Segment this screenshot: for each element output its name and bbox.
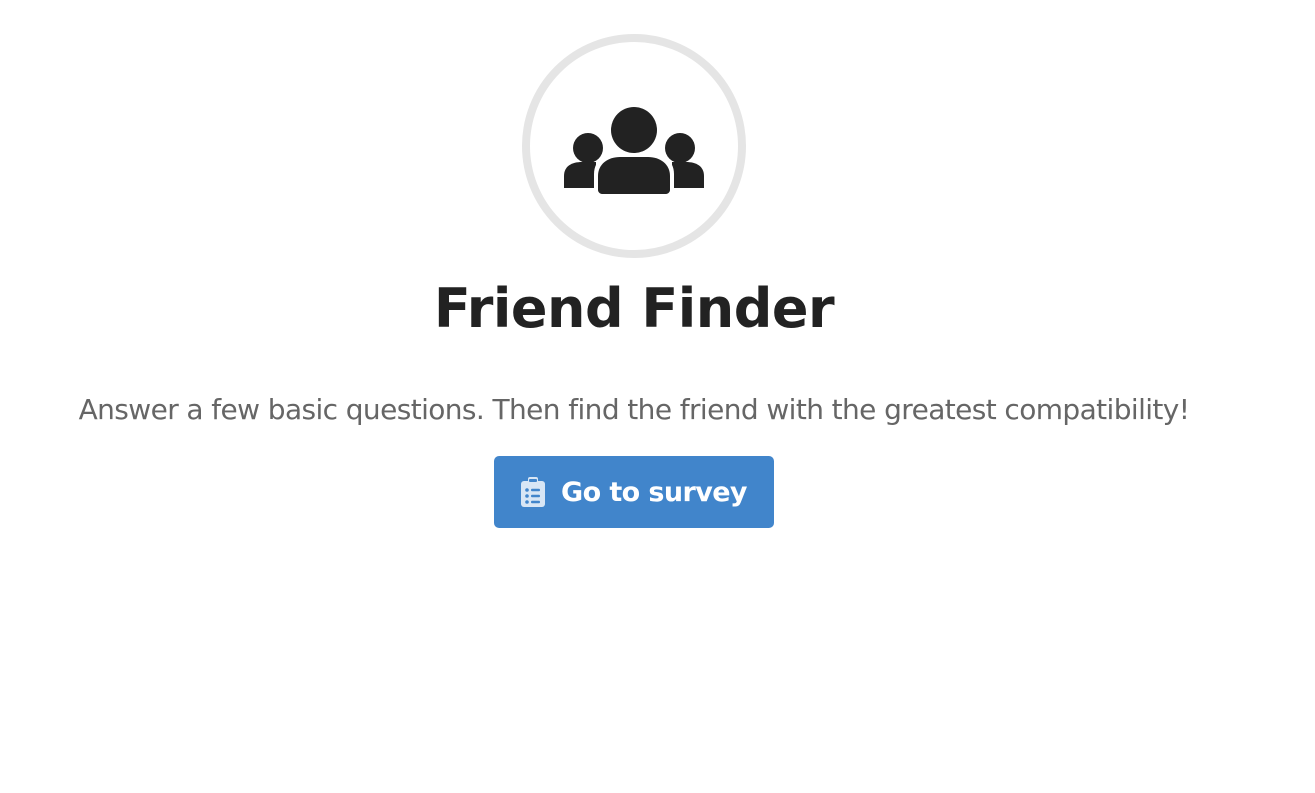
tagline: Answer a few basic questions. Then find … [78, 393, 1190, 426]
survey-button-label: Go to survey [561, 476, 747, 508]
logo-circle [522, 34, 746, 258]
page: Friend Finder Answer a few basic questio… [0, 0, 1315, 793]
page-title: Friend Finder [433, 277, 835, 340]
clipboard-list-icon [521, 477, 546, 507]
go-to-survey-button[interactable]: Go to survey [494, 456, 774, 528]
